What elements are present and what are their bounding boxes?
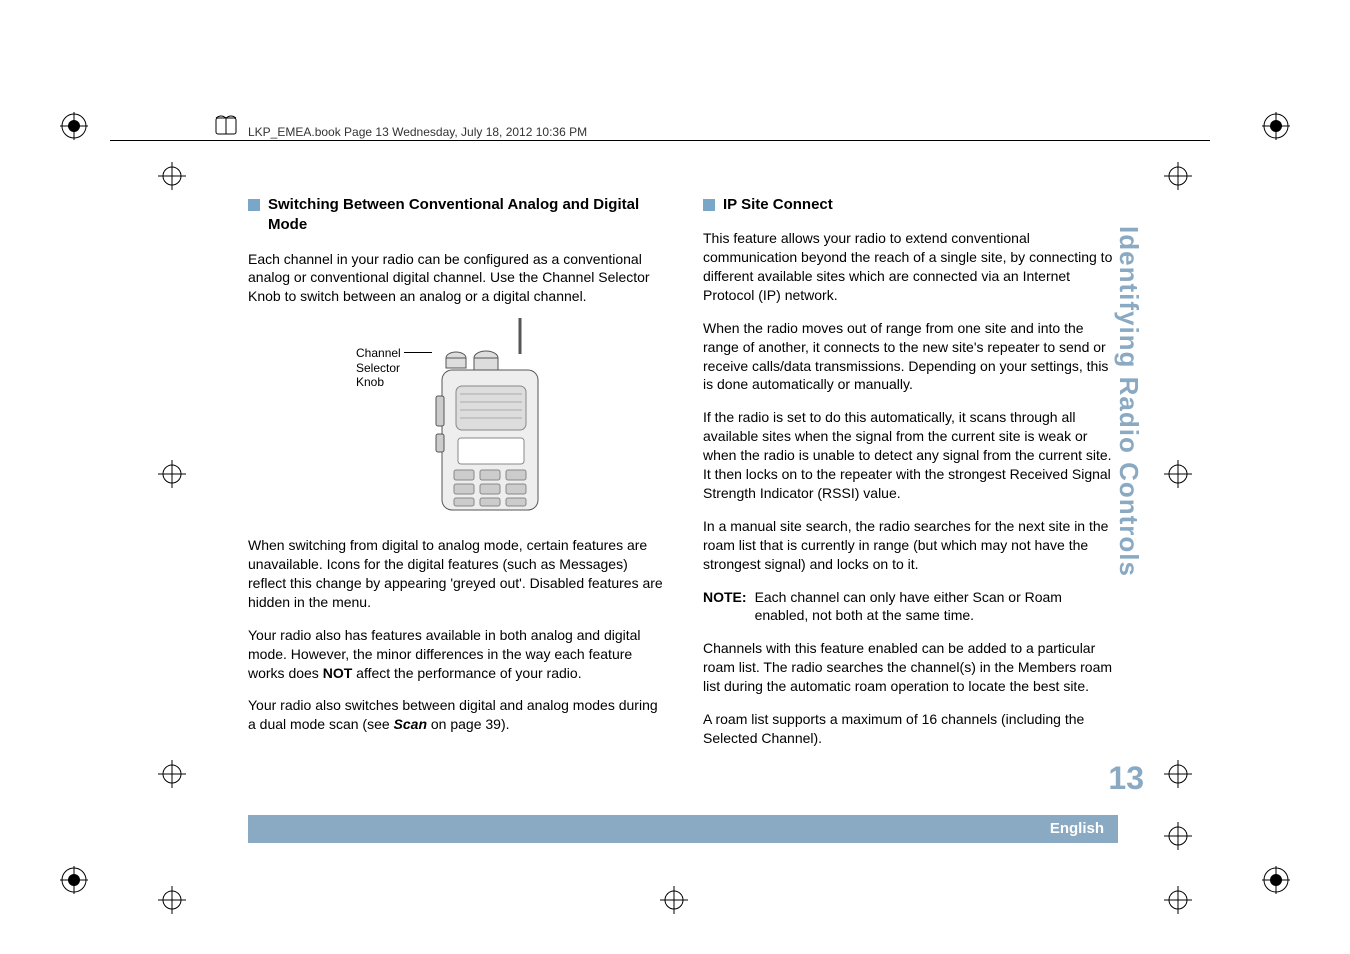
paragraph: Your radio also switches between digital… [248, 696, 663, 734]
header-text: LKP_EMEA.book Page 13 Wednesday, July 18… [248, 125, 587, 139]
bullet-square-icon [703, 199, 715, 211]
reg-mark-icon [60, 866, 88, 894]
paragraph: Each channel in your radio can be config… [248, 250, 663, 307]
crosshair-icon [1164, 886, 1192, 914]
reg-mark-icon [60, 112, 88, 140]
section-title: Switching Between Conventional Analog an… [268, 195, 663, 236]
section-heading: Switching Between Conventional Analog an… [248, 195, 663, 236]
crosshair-icon [1164, 760, 1192, 788]
crosshair-icon [158, 886, 186, 914]
paragraph: If the radio is set to do this automatic… [703, 408, 1118, 502]
header-rule [110, 140, 1210, 141]
figure-label: Channel Selector Knob [356, 346, 401, 389]
crosshair-icon [158, 162, 186, 190]
footer-language: English [248, 815, 1118, 843]
paragraph: In a manual site search, the radio searc… [703, 517, 1118, 574]
radio-figure: Channel Selector Knob [248, 324, 663, 514]
book-icon [214, 112, 242, 140]
note-text: Each channel can only have either Scan o… [755, 588, 1118, 626]
content-area: Switching Between Conventional Analog an… [248, 195, 1118, 762]
note: NOTE: Each channel can only have either … [703, 588, 1118, 626]
reg-mark-icon [1262, 866, 1290, 894]
bullet-square-icon [248, 199, 260, 211]
section-title: IP Site Connect [723, 195, 833, 215]
left-column: Switching Between Conventional Analog an… [248, 195, 663, 762]
crosshair-icon [1164, 460, 1192, 488]
crosshair-icon [660, 886, 688, 914]
page-number: 13 [1108, 760, 1144, 797]
paragraph: Channels with this feature enabled can b… [703, 639, 1118, 696]
crosshair-icon [1164, 162, 1192, 190]
paragraph: When the radio moves out of range from o… [703, 319, 1118, 395]
paragraph: This feature allows your radio to extend… [703, 229, 1118, 305]
section-heading: IP Site Connect [703, 195, 1118, 215]
crosshair-icon [158, 760, 186, 788]
note-label: NOTE: [703, 588, 747, 626]
reg-mark-icon [1262, 112, 1290, 140]
radio-illustration-icon [428, 316, 558, 516]
paragraph: A roam list supports a maximum of 16 cha… [703, 710, 1118, 748]
paragraph: Your radio also has features available i… [248, 626, 663, 683]
side-tab-label: Identifying Radio Controls [1113, 226, 1144, 577]
crosshair-icon [1164, 822, 1192, 850]
paragraph: When switching from digital to analog mo… [248, 536, 663, 612]
crosshair-icon [158, 460, 186, 488]
right-column: IP Site Connect This feature allows your… [703, 195, 1118, 762]
